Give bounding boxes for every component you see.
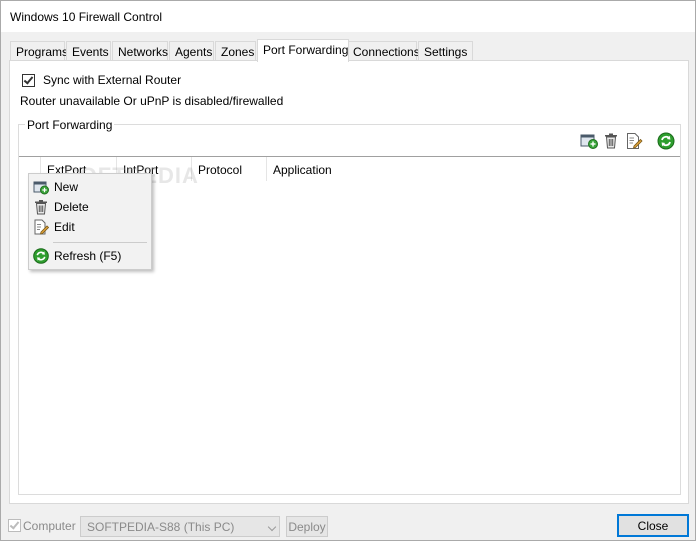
- column-header-application[interactable]: Application: [267, 157, 447, 181]
- menu-item-delete[interactable]: Delete: [31, 197, 149, 217]
- port-forwarding-panel: Sync with External Router Router unavail…: [9, 60, 689, 504]
- tab-programs[interactable]: Programs: [10, 41, 68, 61]
- menu-item-new[interactable]: New: [31, 177, 149, 197]
- refresh-icon: [33, 248, 49, 264]
- edit-icon: [33, 219, 50, 235]
- column-header-protocol[interactable]: Protocol: [192, 157, 267, 181]
- chevron-down-icon: [267, 522, 277, 532]
- edit-icon[interactable]: [625, 132, 643, 150]
- computer-select[interactable]: SOFTPEDIA-S88 (This PC): [80, 516, 280, 537]
- delete-icon[interactable]: [602, 132, 620, 150]
- refresh-icon[interactable]: [657, 132, 675, 150]
- window-title: Windows 10 Firewall Control: [10, 10, 163, 24]
- tab-settings[interactable]: Settings: [418, 41, 473, 61]
- menu-label-delete: Delete: [54, 200, 89, 214]
- tab-zones[interactable]: Zones: [215, 41, 256, 61]
- computer-checkbox[interactable]: [8, 519, 21, 532]
- tab-networks[interactable]: Networks: [112, 41, 168, 61]
- title-bar: Windows 10 Firewall Control: [1, 1, 695, 32]
- context-menu: New Delete Edit Refresh (F5): [28, 173, 152, 270]
- tab-connections[interactable]: Connections: [347, 41, 420, 61]
- menu-separator: [53, 242, 147, 243]
- new-icon: [33, 179, 49, 195]
- menu-item-edit[interactable]: Edit: [31, 217, 149, 237]
- tab-port-forwarding[interactable]: Port Forwarding: [257, 39, 349, 62]
- app-window: Windows 10 Firewall Control Programs Eve…: [0, 0, 696, 541]
- deploy-button[interactable]: Deploy: [286, 516, 328, 537]
- add-icon[interactable]: [580, 132, 598, 150]
- computer-label: Computer: [23, 519, 76, 533]
- menu-label-edit: Edit: [54, 220, 75, 234]
- menu-label-new: New: [54, 180, 79, 194]
- menu-label-refresh: Refresh (F5): [54, 249, 122, 263]
- group-title: Port Forwarding: [25, 118, 115, 132]
- computer-select-value: SOFTPEDIA-S88 (This PC): [87, 520, 235, 534]
- sync-checkbox[interactable]: [22, 74, 35, 87]
- tab-events[interactable]: Events: [66, 41, 111, 61]
- delete-icon: [33, 199, 49, 215]
- tab-strip: Programs Events Networks Agents Zones Po…: [10, 39, 690, 62]
- tab-agents[interactable]: Agents: [169, 41, 214, 61]
- menu-item-refresh[interactable]: Refresh (F5): [31, 246, 149, 266]
- sync-label: Sync with External Router: [43, 73, 182, 87]
- close-button[interactable]: Close: [617, 514, 689, 537]
- router-status-text: Router unavailable Or uPnP is disabled/f…: [20, 94, 284, 108]
